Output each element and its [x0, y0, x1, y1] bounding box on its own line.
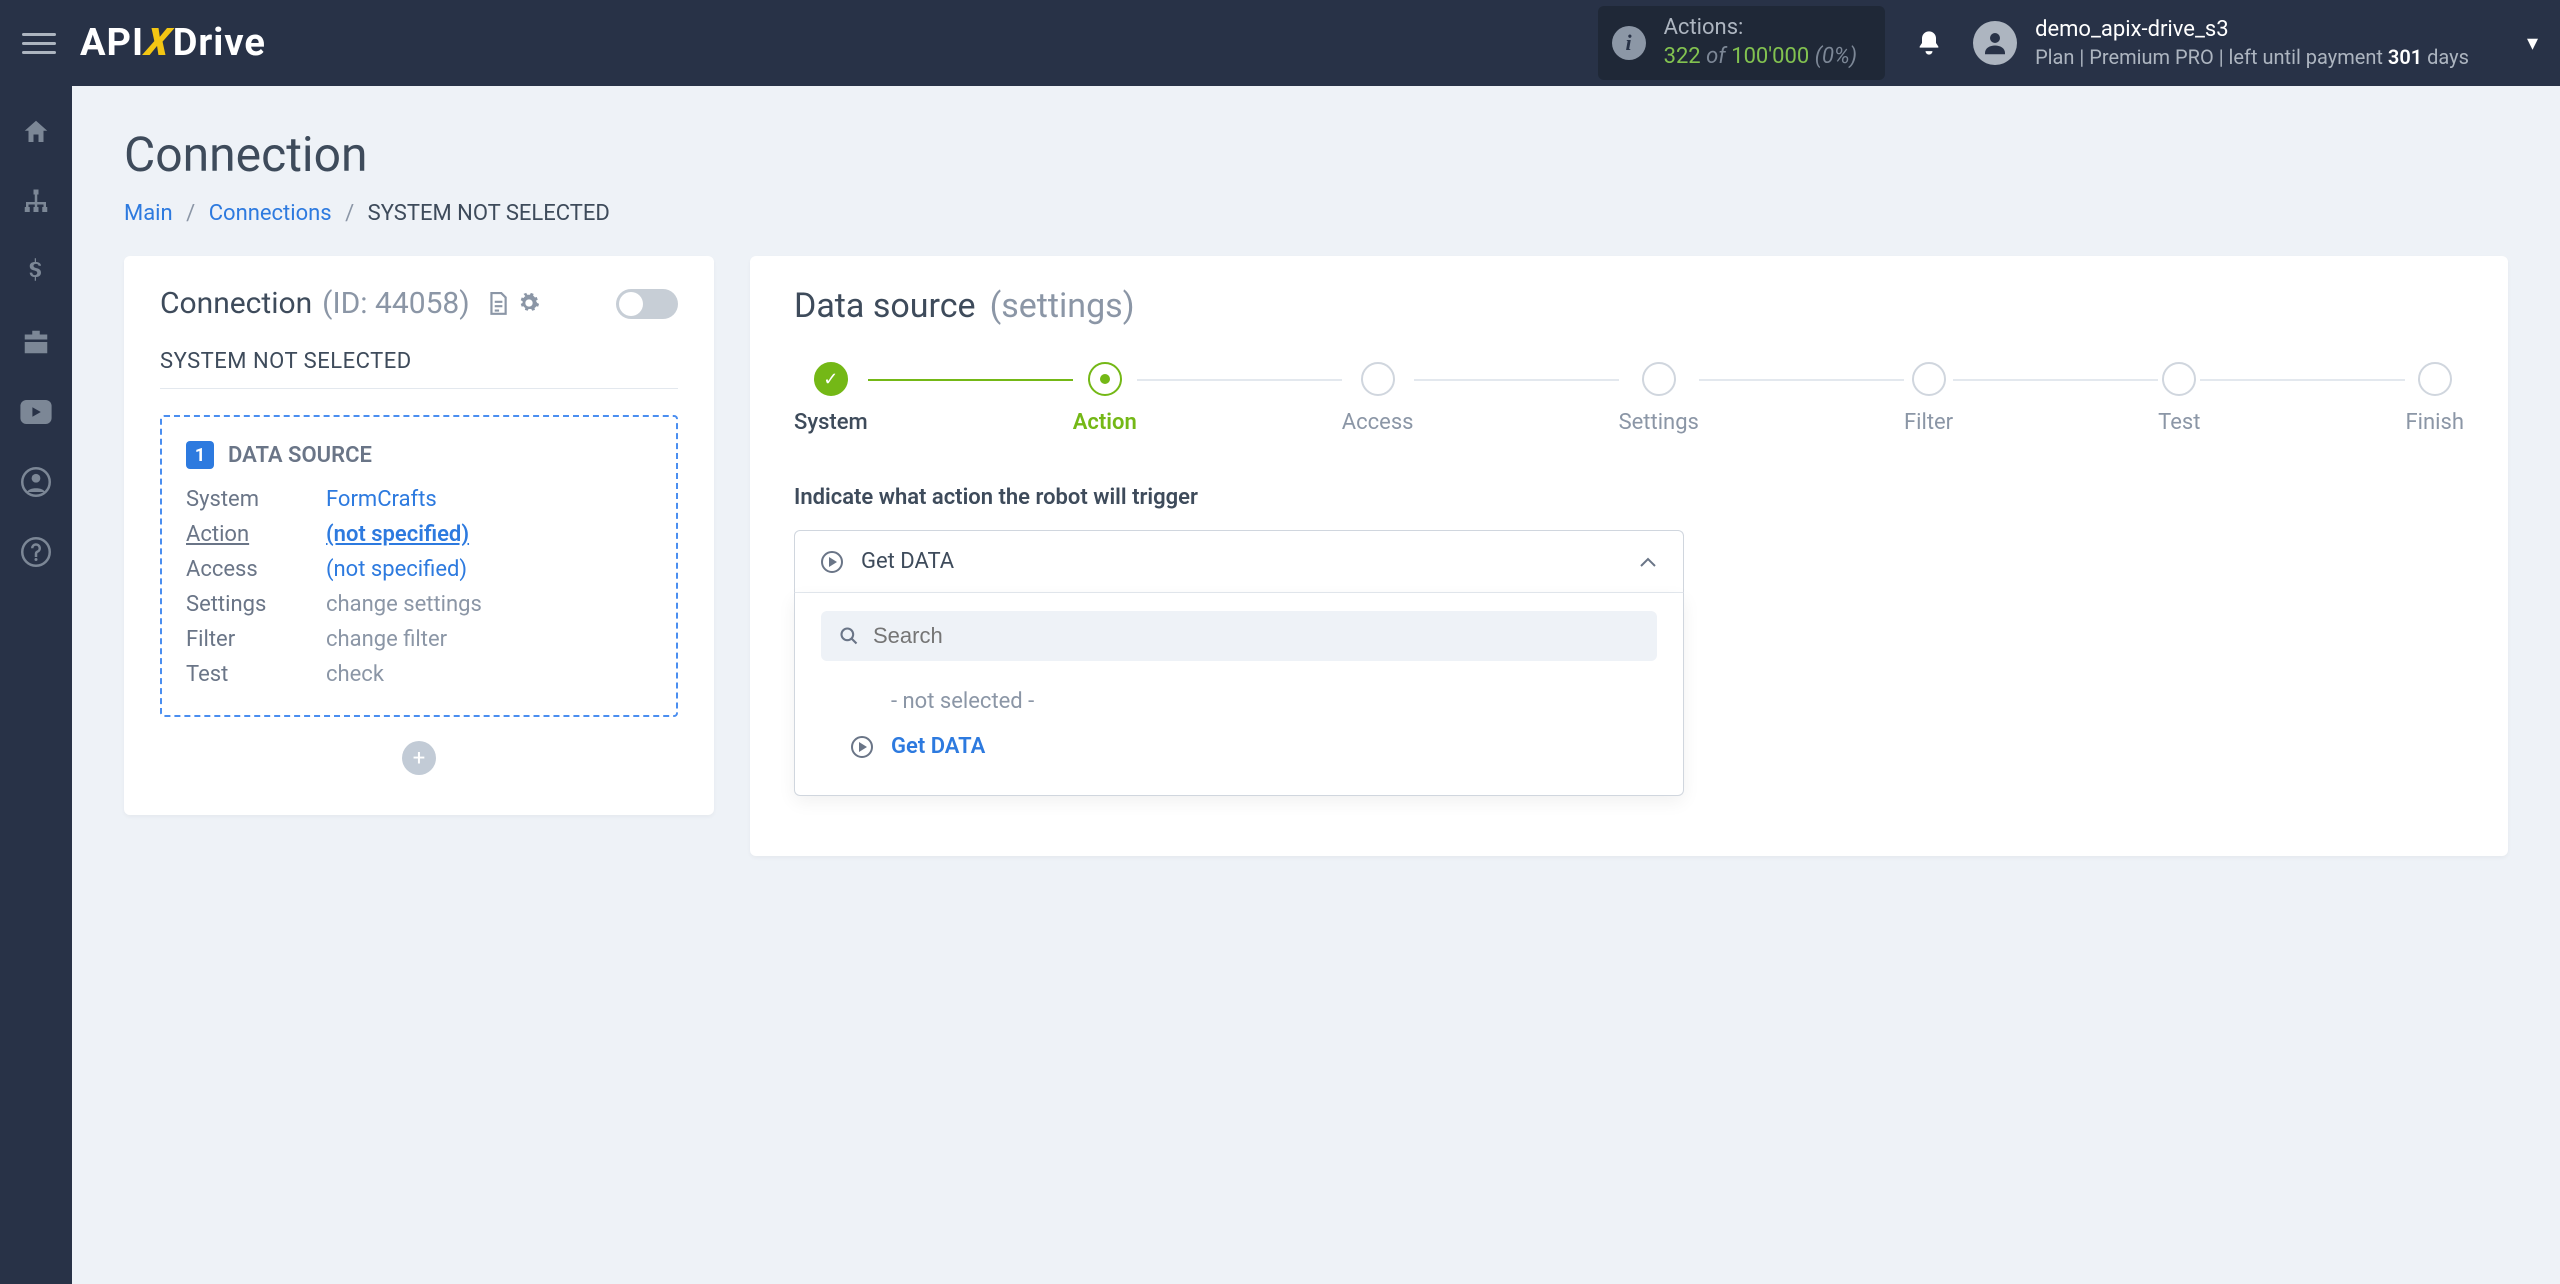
action-dropdown: - not selected - Get DATA [794, 593, 1684, 796]
step-number-badge: 1 [186, 441, 214, 469]
connection-card-title: Connection [160, 286, 312, 321]
billing-icon[interactable] [18, 254, 54, 290]
actions-label: Actions: [1664, 14, 1857, 43]
page-title: Connection [124, 126, 2508, 183]
search-icon [839, 626, 859, 646]
video-icon[interactable] [18, 394, 54, 430]
menu-toggle[interactable] [22, 26, 56, 60]
user-name: demo_apix-drive_s3 [2035, 16, 2469, 45]
step-progress: ✓System Action Access Settings Filter Te… [794, 362, 2464, 435]
step-finish[interactable]: Finish [2405, 362, 2463, 435]
row-settings-label: Settings [186, 592, 326, 617]
account-icon[interactable] [18, 464, 54, 500]
row-action-label: Action [186, 522, 326, 547]
action-option-none[interactable]: - not selected - [821, 679, 1657, 724]
add-block-button[interactable]: + [402, 741, 436, 775]
logo-drive: Drive [173, 21, 266, 65]
connection-status: SYSTEM NOT SELECTED [160, 349, 678, 374]
step-access[interactable]: Access [1342, 362, 1414, 435]
notes-icon[interactable] [488, 292, 508, 316]
actions-counter[interactable]: i Actions: 322 of 100'000 (0%) [1598, 6, 1885, 79]
actions-limit: 100'000 [1731, 44, 1809, 69]
crumb-connections[interactable]: Connections [209, 201, 332, 226]
row-settings-value[interactable]: change settings [326, 592, 652, 617]
chevron-up-icon [1639, 556, 1657, 568]
crumb-current: SYSTEM NOT SELECTED [368, 201, 610, 226]
action-select[interactable]: Get DATA [794, 530, 1684, 593]
action-prompt: Indicate what action the robot will trig… [794, 485, 2464, 510]
logo[interactable]: API X Drive [80, 21, 266, 65]
logo-api: API [80, 21, 144, 65]
row-access-value[interactable]: (not specified) [326, 557, 652, 582]
row-filter-value[interactable]: change filter [326, 627, 652, 652]
data-source-title: DATA SOURCE [228, 443, 372, 468]
home-icon[interactable] [18, 114, 54, 150]
briefcase-icon[interactable] [18, 324, 54, 360]
connection-card: Connection (ID: 44058) SYSTEM NOT SELECT… [124, 256, 714, 815]
settings-title: Data source [794, 286, 976, 326]
row-access-label: Access [186, 557, 326, 582]
row-test-value[interactable]: check [326, 662, 652, 687]
action-search[interactable] [821, 611, 1657, 661]
action-selected-value: Get DATA [861, 549, 954, 574]
chevron-down-icon: ▾ [2527, 31, 2538, 56]
user-menu[interactable]: demo_apix-drive_s3 Plan | Premium PRO | … [1973, 16, 2538, 71]
help-icon[interactable] [18, 534, 54, 570]
step-system[interactable]: ✓System [794, 362, 868, 435]
play-icon [821, 551, 843, 573]
data-source-block[interactable]: 1 DATA SOURCE System FormCrafts Action (… [160, 415, 678, 717]
action-option-get-data[interactable]: Get DATA [821, 724, 1657, 769]
actions-pct: (0%) [1815, 44, 1857, 69]
row-test-label: Test [186, 662, 326, 687]
plan-info: Plan | Premium PRO | left until payment … [2035, 44, 2469, 70]
step-settings[interactable]: Settings [1619, 362, 1699, 435]
gear-icon[interactable] [518, 292, 540, 316]
row-system-value[interactable]: FormCrafts [326, 487, 652, 512]
step-test[interactable]: Test [2158, 362, 2200, 435]
row-system-label: System [186, 487, 326, 512]
enable-toggle[interactable] [616, 289, 678, 319]
connection-id: (ID: 44058) [322, 286, 470, 321]
settings-subtitle: (settings) [990, 286, 1135, 326]
play-icon [851, 736, 873, 758]
actions-used: 322 [1664, 44, 1701, 69]
row-filter-label: Filter [186, 627, 326, 652]
avatar-icon [1973, 21, 2017, 65]
actions-of: of [1706, 44, 1726, 69]
logo-x-icon: X [142, 21, 174, 65]
info-icon: i [1612, 26, 1646, 60]
step-action[interactable]: Action [1073, 362, 1137, 435]
settings-card: Data source (settings) ✓System Action Ac… [750, 256, 2508, 856]
action-search-input[interactable] [873, 623, 1639, 649]
step-filter[interactable]: Filter [1904, 362, 1953, 435]
notifications-icon[interactable] [1915, 28, 1943, 58]
row-action-value[interactable]: (not specified) [326, 522, 652, 547]
connections-icon[interactable] [18, 184, 54, 220]
crumb-main[interactable]: Main [124, 201, 173, 226]
breadcrumb: Main / Connections / SYSTEM NOT SELECTED [124, 201, 2508, 226]
